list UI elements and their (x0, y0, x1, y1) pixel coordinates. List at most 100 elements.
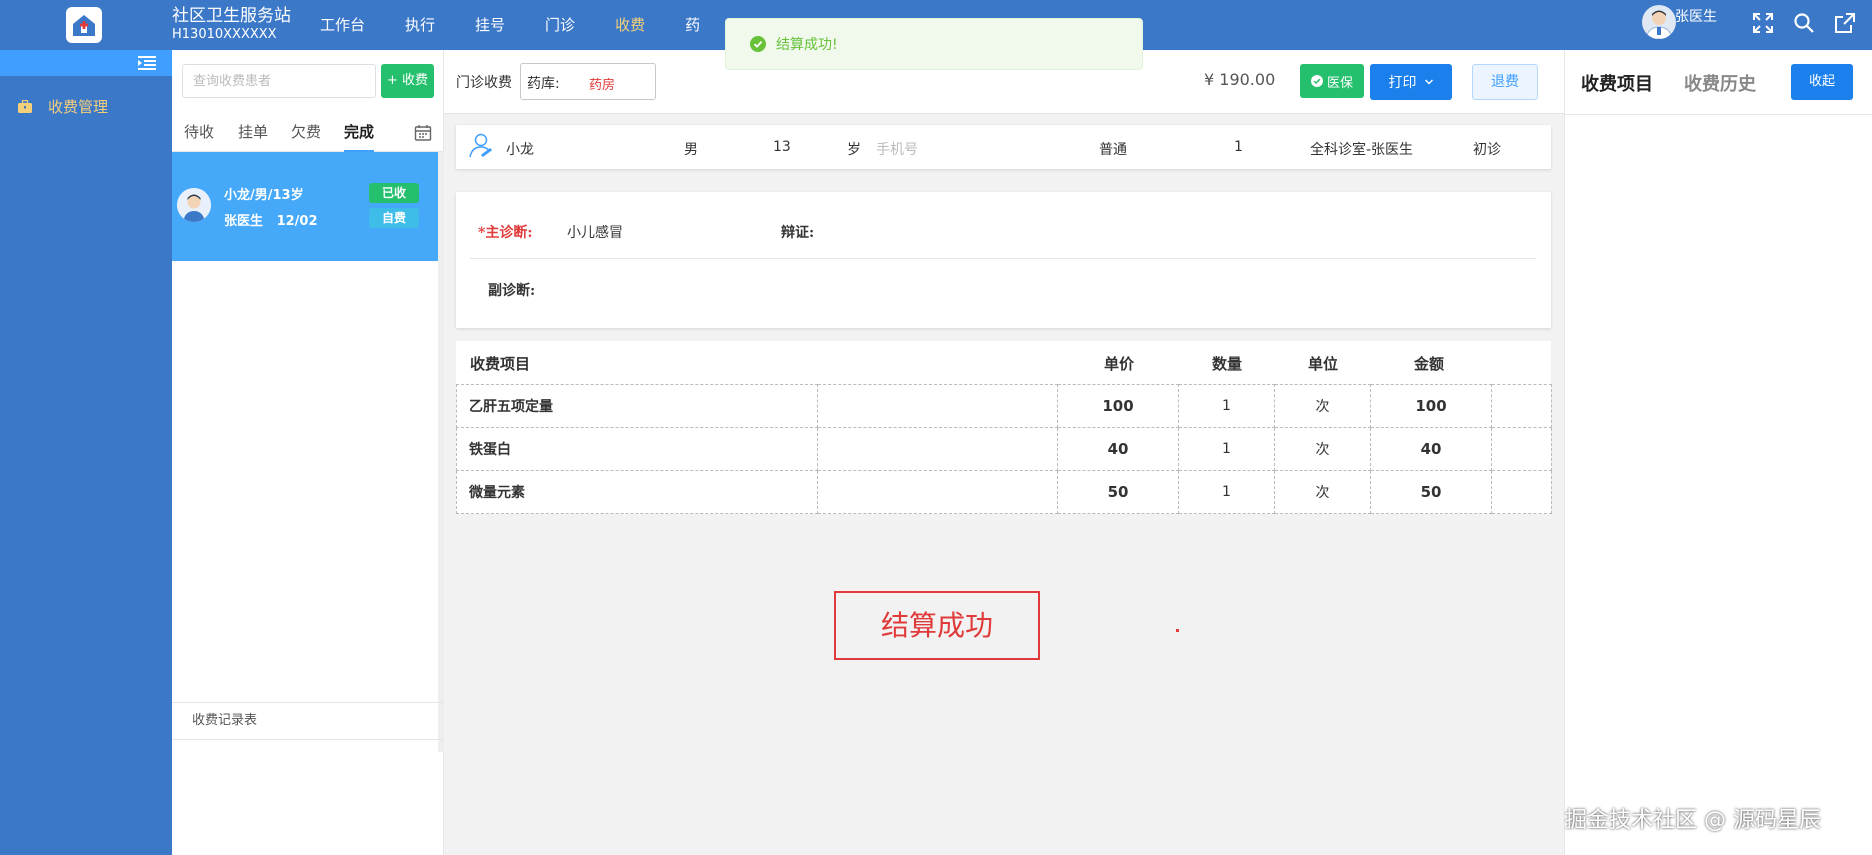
nav-pharmacy[interactable]: 药 (665, 0, 720, 50)
decorative-dot (1176, 629, 1179, 632)
user-avatar[interactable] (1642, 5, 1676, 39)
tab-charge-history[interactable]: 收费历史 (1684, 70, 1756, 96)
patient-summary: 小龙/男/13岁 (224, 188, 304, 203)
total-amount: ¥ 190.00 (1204, 70, 1276, 89)
patient-avatar-icon (177, 188, 211, 222)
check-circle-icon (1310, 75, 1323, 87)
nav-outpatient[interactable]: 门诊 (525, 0, 595, 50)
outpatient-charge-label: 门诊收费 (456, 75, 512, 91)
table-row[interactable]: 微量元素 50 1 次 50 (456, 470, 1552, 514)
pharmacy-value: 药房 (589, 78, 616, 93)
collapse-button[interactable]: 收起 (1791, 64, 1853, 100)
right-panel: 收费项目 收费历史 收起 (1564, 50, 1872, 855)
row-qty: 1 (1178, 470, 1275, 514)
row-action (1491, 427, 1552, 471)
check-circle-icon (750, 36, 766, 52)
row-spacer (817, 470, 1058, 514)
nav-workbench[interactable]: 工作台 (300, 0, 385, 50)
new-charge-button[interactable]: + 收费 (381, 64, 434, 98)
col-amount: 金额 (1414, 355, 1445, 373)
pharmacy-select[interactable]: 药库: 药房 (520, 63, 656, 100)
refund-button[interactable]: 退费 (1472, 64, 1538, 100)
insurance-button[interactable]: 医保 (1300, 64, 1364, 98)
tab-charge-items[interactable]: 收费项目 (1581, 70, 1653, 96)
nav-charge[interactable]: 收费 (595, 0, 665, 50)
row-amount: 50 (1370, 470, 1492, 514)
patient-name: 小龙 (506, 142, 534, 158)
sidebar-item-label: 收费管理 (48, 98, 109, 116)
row-price: 50 (1057, 470, 1179, 514)
briefcase-icon (18, 100, 32, 113)
table-row[interactable]: 铁蛋白 40 1 次 40 (456, 427, 1552, 471)
site-name: 社区卫生服务站 (172, 6, 291, 26)
list-scrollbar[interactable] (438, 152, 444, 752)
nav-execute[interactable]: 执行 (385, 0, 455, 50)
patient-search-input[interactable] (182, 64, 376, 98)
department-doctor: 全科诊室-张医生 (1310, 142, 1414, 158)
syndrome-label: 辩证: (781, 225, 815, 241)
user-name: 张医生 (1675, 9, 1717, 25)
patient-phone: 手机号 (876, 142, 918, 158)
col-price: 单价 (1104, 355, 1135, 373)
diagnosis-card: *主诊断: 小儿感冒 辩证: 副诊断: (456, 192, 1551, 328)
nav-register[interactable]: 挂号 (455, 0, 525, 50)
table-header: 收费项目 单价 数量 单位 金额 (456, 341, 1551, 384)
row-item: 乙肝五项定量 (456, 384, 818, 428)
tab-pending[interactable]: 待收 (184, 114, 214, 152)
user-outline-icon (469, 133, 492, 158)
status-badge: 已收 (369, 183, 419, 203)
visit-kind: 初诊 (1473, 142, 1501, 158)
tab-completed[interactable]: 完成 (344, 114, 375, 152)
main-diagnosis-value[interactable]: 小儿感冒 (567, 222, 623, 242)
logo (66, 7, 102, 43)
table-row[interactable]: 乙肝五项定量 100 1 次 100 (456, 384, 1552, 428)
fee-rows: 乙肝五项定量 100 1 次 100 铁蛋白 40 1 次 40 微量元素 50… (456, 384, 1552, 514)
site-code: H13010XXXXXX (172, 27, 277, 42)
row-unit: 次 (1274, 427, 1371, 471)
patient-gender: 男 (684, 142, 698, 158)
patient-doctor: 张医生 (224, 214, 264, 229)
divider (470, 258, 1536, 259)
patient-doctor-date: 张医生 12/02 (224, 210, 318, 229)
print-dropdown-button[interactable]: 打印 (1370, 64, 1452, 100)
tab-arrears[interactable]: 欠费 (291, 114, 321, 152)
row-spacer (817, 384, 1058, 428)
print-button-label: 打印 (1388, 75, 1417, 91)
row-action (1491, 384, 1552, 428)
toast-message: 结算成功! (776, 37, 838, 53)
pay-type-badge: 自费 (369, 208, 419, 228)
settlement-success-stamp: 结算成功 (834, 591, 1040, 660)
sidebar-item-charge-management[interactable]: 收费管理 (18, 96, 108, 117)
visit-type: 普通 (1099, 142, 1127, 158)
secondary-diagnosis-label: 副诊断: (488, 283, 536, 299)
patient-card[interactable]: 小龙/男/13岁 张医生 12/02 已收 自费 (172, 152, 438, 261)
patient-info-bar: 小龙 男 13 岁 手机号 普通 1 全科诊室-张医生 初诊 (456, 125, 1551, 169)
tab-on-hold[interactable]: 挂单 (238, 114, 268, 152)
doctor-avatar-icon (1645, 10, 1673, 39)
row-qty: 1 (1178, 384, 1275, 428)
row-price: 40 (1057, 427, 1179, 471)
row-qty: 1 (1178, 427, 1275, 471)
row-unit: 次 (1274, 384, 1371, 428)
sidebar: 收费管理 (0, 50, 172, 855)
patient-age-unit: 岁 (847, 142, 861, 158)
row-amount: 40 (1370, 427, 1492, 471)
row-unit: 次 (1274, 470, 1371, 514)
sidebar-collapse-bar[interactable] (0, 50, 172, 76)
fullscreen-icon[interactable] (1750, 10, 1776, 36)
clinic-logo-icon (73, 15, 95, 36)
external-link-icon[interactable] (1832, 10, 1858, 36)
charge-records-label[interactable]: 收费记录表 (172, 702, 444, 740)
fee-items-table: 收费项目 单价 数量 单位 金额 乙肝五项定量 100 1 次 100 铁蛋白 … (456, 341, 1552, 514)
chevron-down-icon (1424, 79, 1433, 85)
row-item: 微量元素 (456, 470, 818, 514)
calendar-icon[interactable] (414, 124, 432, 142)
col-unit: 单位 (1308, 355, 1339, 373)
col-qty: 数量 (1212, 355, 1243, 373)
row-spacer (817, 427, 1058, 471)
row-item: 铁蛋白 (456, 427, 818, 471)
main-nav: 工作台 执行 挂号 门诊 收费 药 (300, 0, 720, 50)
search-icon[interactable] (1791, 10, 1817, 36)
patient-list-panel: + 收费 待收 挂单 欠费 完成 小龙/男/13岁 张医生 12/02 已收 自… (172, 50, 444, 855)
watermark: 掘金技术社区 @ 源码星辰 (1565, 808, 1821, 833)
